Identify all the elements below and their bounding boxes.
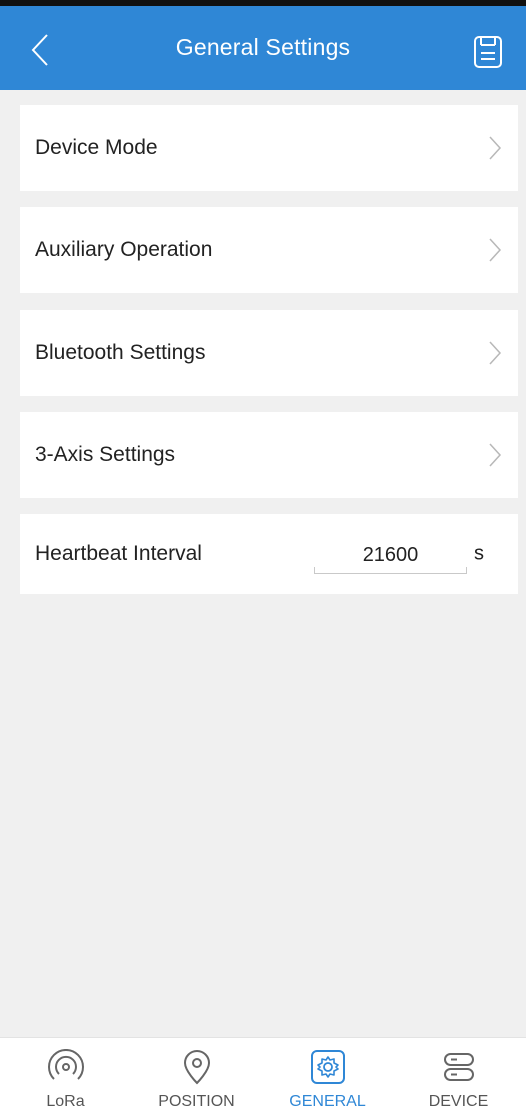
input-underline-tick (314, 567, 315, 574)
menu-item-label: Auxiliary Operation (35, 238, 213, 261)
chevron-right-icon (489, 238, 502, 262)
heartbeat-interval-row: Heartbeat Interval s (20, 514, 518, 594)
device-icon (440, 1048, 478, 1086)
tab-position[interactable]: POSITION (131, 1038, 262, 1119)
input-underline-tick (466, 567, 467, 574)
page-title: General Settings (175, 34, 351, 60)
menu-item-device-mode[interactable]: Device Mode (20, 105, 518, 191)
tab-label: LoRa (46, 1093, 85, 1110)
tab-lora[interactable]: LoRa (0, 1038, 131, 1119)
tab-general[interactable]: GENERAL (262, 1038, 393, 1119)
menu-item-3-axis-settings[interactable]: 3-Axis Settings (20, 412, 518, 498)
tab-device[interactable]: DEVICE (393, 1038, 524, 1119)
menu-item-auxiliary-operation[interactable]: Auxiliary Operation (20, 207, 518, 293)
save-button[interactable] (470, 32, 506, 72)
menu-item-label: Bluetooth Settings (35, 341, 206, 364)
menu-item-bluetooth-settings[interactable]: Bluetooth Settings (20, 310, 518, 396)
chevron-right-icon (489, 341, 502, 365)
lora-signal-icon (47, 1048, 85, 1086)
tab-label: GENERAL (289, 1093, 366, 1110)
heartbeat-interval-input[interactable] (314, 538, 467, 574)
bottom-navigation: LoRa POSITION GENERAL DEVICE (0, 1037, 526, 1119)
save-icon (474, 36, 502, 68)
tab-label: POSITION (158, 1093, 235, 1110)
tab-label: DEVICE (428, 1093, 489, 1110)
menu-item-label: Device Mode (35, 136, 158, 159)
header-bar: General Settings (0, 0, 526, 90)
gear-icon (309, 1048, 347, 1086)
location-pin-icon (178, 1048, 216, 1086)
chevron-right-icon (489, 136, 502, 160)
heartbeat-interval-label: Heartbeat Interval (35, 542, 202, 565)
chevron-right-icon (489, 443, 502, 467)
menu-item-label: 3-Axis Settings (35, 443, 176, 466)
heartbeat-unit: s (474, 542, 484, 565)
